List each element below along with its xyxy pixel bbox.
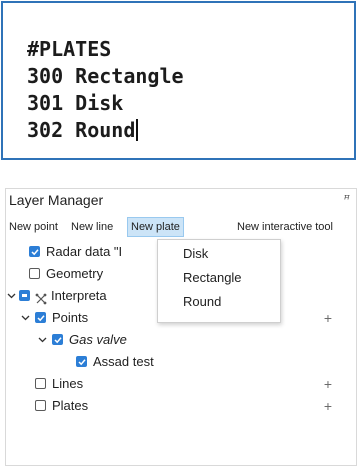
new-point-button[interactable]: New point: [6, 217, 61, 237]
layer-manager-toolbar: New point New line New plate New interac…: [6, 214, 356, 240]
menu-item-disk[interactable]: Disk: [183, 246, 208, 261]
add-plates-button[interactable]: +: [324, 395, 332, 417]
geometry-checkbox[interactable]: [29, 268, 40, 279]
new-line-button[interactable]: New line: [68, 217, 116, 237]
editor-line-4-wrap: 302 Round: [27, 117, 184, 144]
float-window-icon[interactable]: ꟸ: [344, 193, 350, 206]
editor-line-3: 301 Disk: [27, 91, 124, 115]
plates-text-editor[interactable]: #PLATES 300 Rectangle 301 Disk 302 Round: [1, 1, 356, 160]
editor-content[interactable]: #PLATES 300 Rectangle 301 Disk 302 Round: [27, 36, 184, 144]
interpretation-label: Interpreta: [51, 288, 107, 303]
chevron-down-icon[interactable]: [21, 307, 31, 329]
points-checkbox[interactable]: [35, 312, 46, 323]
lines-label: Lines: [52, 376, 84, 391]
menu-item-rectangle[interactable]: Rectangle: [183, 270, 242, 285]
editor-line-4: 302 Round: [27, 118, 136, 142]
radar-data-checkbox[interactable]: [29, 246, 40, 257]
text-caret: [136, 119, 139, 141]
new-plate-button[interactable]: New plate: [127, 217, 184, 237]
layer-manager-titlebar: Layer Manager ꟸ: [6, 189, 356, 213]
menu-item-round[interactable]: Round: [183, 294, 221, 309]
tree-item-plates[interactable]: Plates +: [6, 395, 356, 417]
chevron-down-icon[interactable]: [38, 329, 48, 351]
interpretation-icon: [35, 290, 47, 305]
tree-item-gas-valve[interactable]: Gas valve: [6, 329, 356, 351]
assad-test-checkbox[interactable]: [76, 356, 87, 367]
layer-manager-panel: Layer Manager ꟸ New point New line New p…: [5, 188, 357, 466]
tree-item-assad-test[interactable]: Assad test: [6, 351, 356, 373]
interpretation-checkbox[interactable]: [19, 290, 30, 301]
lines-checkbox[interactable]: [35, 378, 46, 389]
editor-line-1: #PLATES: [27, 37, 112, 61]
layer-manager-title: Layer Manager: [9, 192, 104, 208]
plates-label: Plates: [52, 398, 89, 413]
geometry-label: Geometry: [46, 266, 104, 281]
add-points-button[interactable]: +: [324, 307, 332, 329]
points-label: Points: [52, 310, 89, 325]
radar-data-label: Radar data "I: [46, 244, 123, 259]
gas-valve-label: Gas valve: [69, 332, 127, 347]
plates-checkbox[interactable]: [35, 400, 46, 411]
add-lines-button[interactable]: +: [324, 373, 332, 395]
assad-test-label: Assad test: [93, 354, 154, 369]
tree-item-lines[interactable]: Lines +: [6, 373, 356, 395]
editor-line-2: 300 Rectangle: [27, 64, 184, 88]
new-interactive-tool-button[interactable]: New interactive tool: [234, 217, 336, 237]
gas-valve-checkbox[interactable]: [52, 334, 63, 345]
chevron-down-icon[interactable]: [7, 285, 17, 307]
new-plate-dropdown-menu: Disk Rectangle Round: [157, 239, 281, 323]
